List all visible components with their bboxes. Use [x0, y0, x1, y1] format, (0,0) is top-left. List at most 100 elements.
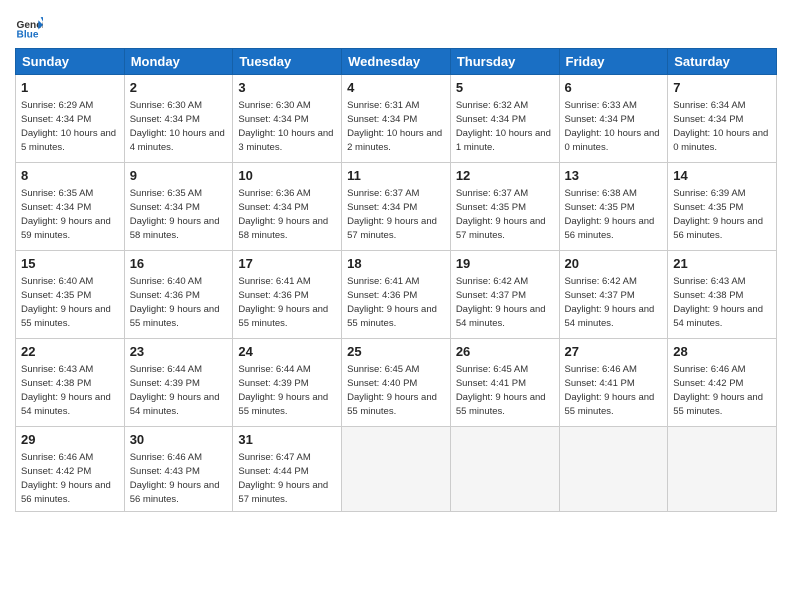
calendar-cell: 29 Sunrise: 6:46 AMSunset: 4:42 PMDayligh… [16, 427, 125, 512]
svg-text:Blue: Blue [17, 29, 39, 40]
day-info: Sunrise: 6:35 AMSunset: 4:34 PMDaylight:… [21, 188, 111, 241]
day-number: 6 [565, 79, 663, 97]
day-info: Sunrise: 6:47 AMSunset: 4:44 PMDaylight:… [238, 452, 328, 505]
calendar-cell: 7 Sunrise: 6:34 AMSunset: 4:34 PMDaylight… [668, 75, 777, 163]
day-info: Sunrise: 6:39 AMSunset: 4:35 PMDaylight:… [673, 188, 763, 241]
weekday-header-cell: Tuesday [233, 49, 342, 75]
calendar-week-row: 22 Sunrise: 6:43 AMSunset: 4:38 PMDayligh… [16, 339, 777, 427]
day-info: Sunrise: 6:31 AMSunset: 4:34 PMDaylight:… [347, 100, 442, 153]
weekday-header-cell: Wednesday [342, 49, 451, 75]
day-number: 31 [238, 431, 336, 449]
day-info: Sunrise: 6:42 AMSunset: 4:37 PMDaylight:… [565, 276, 655, 329]
day-info: Sunrise: 6:36 AMSunset: 4:34 PMDaylight:… [238, 188, 328, 241]
day-info: Sunrise: 6:41 AMSunset: 4:36 PMDaylight:… [347, 276, 437, 329]
day-info: Sunrise: 6:33 AMSunset: 4:34 PMDaylight:… [565, 100, 660, 153]
weekday-header-cell: Sunday [16, 49, 125, 75]
day-number: 4 [347, 79, 445, 97]
calendar-cell: 26 Sunrise: 6:45 AMSunset: 4:41 PMDayligh… [450, 339, 559, 427]
day-number: 14 [673, 167, 771, 185]
logo: General Blue [15, 14, 43, 42]
day-info: Sunrise: 6:30 AMSunset: 4:34 PMDaylight:… [238, 100, 333, 153]
day-number: 17 [238, 255, 336, 273]
day-info: Sunrise: 6:46 AMSunset: 4:41 PMDaylight:… [565, 364, 655, 417]
day-number: 26 [456, 343, 554, 361]
day-number: 3 [238, 79, 336, 97]
day-info: Sunrise: 6:45 AMSunset: 4:40 PMDaylight:… [347, 364, 437, 417]
calendar-cell: 25 Sunrise: 6:45 AMSunset: 4:40 PMDayligh… [342, 339, 451, 427]
calendar-cell: 6 Sunrise: 6:33 AMSunset: 4:34 PMDaylight… [559, 75, 668, 163]
calendar-cell: 3 Sunrise: 6:30 AMSunset: 4:34 PMDaylight… [233, 75, 342, 163]
day-number: 21 [673, 255, 771, 273]
weekday-header-cell: Saturday [668, 49, 777, 75]
calendar-cell [559, 427, 668, 512]
calendar-cell: 8 Sunrise: 6:35 AMSunset: 4:34 PMDaylight… [16, 163, 125, 251]
day-number: 23 [130, 343, 228, 361]
calendar-cell: 9Sunrise: 6:35 AMSunset: 4:34 PMDaylight… [124, 163, 233, 251]
day-number: 29 [21, 431, 119, 449]
page: General Blue SundayMondayTuesdayWednesda… [0, 0, 792, 612]
day-number: 2 [130, 79, 228, 97]
calendar-week-row: 15 Sunrise: 6:40 AMSunset: 4:35 PMDayligh… [16, 251, 777, 339]
weekday-header-cell: Friday [559, 49, 668, 75]
day-info: Sunrise: 6:43 AMSunset: 4:38 PMDaylight:… [21, 364, 111, 417]
calendar-week-row: 1Sunrise: 6:29 AMSunset: 4:34 PMDaylight… [16, 75, 777, 163]
day-info: Sunrise: 6:43 AMSunset: 4:38 PMDaylight:… [673, 276, 763, 329]
weekday-header-cell: Thursday [450, 49, 559, 75]
day-info: Sunrise: 6:45 AMSunset: 4:41 PMDaylight:… [456, 364, 546, 417]
calendar-body: 1Sunrise: 6:29 AMSunset: 4:34 PMDaylight… [16, 75, 777, 512]
calendar-cell: 21 Sunrise: 6:43 AMSunset: 4:38 PMDayligh… [668, 251, 777, 339]
calendar-cell: 12 Sunrise: 6:37 AMSunset: 4:35 PMDayligh… [450, 163, 559, 251]
calendar-week-row: 8 Sunrise: 6:35 AMSunset: 4:34 PMDaylight… [16, 163, 777, 251]
day-info: Sunrise: 6:44 AMSunset: 4:39 PMDaylight:… [238, 364, 328, 417]
calendar: SundayMondayTuesdayWednesdayThursdayFrid… [15, 48, 777, 512]
header: General Blue [15, 10, 777, 42]
calendar-cell: 11 Sunrise: 6:37 AMSunset: 4:34 PMDayligh… [342, 163, 451, 251]
calendar-cell: 27 Sunrise: 6:46 AMSunset: 4:41 PMDayligh… [559, 339, 668, 427]
day-info: Sunrise: 6:37 AMSunset: 4:35 PMDaylight:… [456, 188, 546, 241]
day-number: 11 [347, 167, 445, 185]
day-info: Sunrise: 6:38 AMSunset: 4:35 PMDaylight:… [565, 188, 655, 241]
calendar-cell: 22 Sunrise: 6:43 AMSunset: 4:38 PMDayligh… [16, 339, 125, 427]
day-info: Sunrise: 6:37 AMSunset: 4:34 PMDaylight:… [347, 188, 437, 241]
day-number: 10 [238, 167, 336, 185]
day-number: 8 [21, 167, 119, 185]
day-info: Sunrise: 6:30 AMSunset: 4:34 PMDaylight:… [130, 100, 225, 153]
day-number: 18 [347, 255, 445, 273]
day-number: 20 [565, 255, 663, 273]
day-info: Sunrise: 6:40 AMSunset: 4:36 PMDaylight:… [130, 276, 220, 329]
calendar-cell: 5 Sunrise: 6:32 AMSunset: 4:34 PMDaylight… [450, 75, 559, 163]
day-info: Sunrise: 6:46 AMSunset: 4:42 PMDaylight:… [21, 452, 111, 505]
day-number: 25 [347, 343, 445, 361]
day-info: Sunrise: 6:40 AMSunset: 4:35 PMDaylight:… [21, 276, 111, 329]
weekday-header-row: SundayMondayTuesdayWednesdayThursdayFrid… [16, 49, 777, 75]
day-number: 15 [21, 255, 119, 273]
day-number: 13 [565, 167, 663, 185]
day-number: 22 [21, 343, 119, 361]
calendar-cell: 18 Sunrise: 6:41 AMSunset: 4:36 PMDayligh… [342, 251, 451, 339]
calendar-cell: 28Sunrise: 6:46 AMSunset: 4:42 PMDayligh… [668, 339, 777, 427]
calendar-cell: 15 Sunrise: 6:40 AMSunset: 4:35 PMDayligh… [16, 251, 125, 339]
day-number: 12 [456, 167, 554, 185]
calendar-cell: 31 Sunrise: 6:47 AMSunset: 4:44 PMDayligh… [233, 427, 342, 512]
day-info: Sunrise: 6:34 AMSunset: 4:34 PMDaylight:… [673, 100, 768, 153]
day-number: 7 [673, 79, 771, 97]
day-info: Sunrise: 6:35 AMSunset: 4:34 PMDaylight:… [130, 188, 220, 241]
day-number: 24 [238, 343, 336, 361]
day-number: 19 [456, 255, 554, 273]
day-number: 27 [565, 343, 663, 361]
calendar-cell: 23 Sunrise: 6:44 AMSunset: 4:39 PMDayligh… [124, 339, 233, 427]
calendar-cell: 4 Sunrise: 6:31 AMSunset: 4:34 PMDaylight… [342, 75, 451, 163]
day-number: 30 [130, 431, 228, 449]
day-info: Sunrise: 6:29 AMSunset: 4:34 PMDaylight:… [21, 100, 116, 153]
day-info: Sunrise: 6:32 AMSunset: 4:34 PMDaylight:… [456, 100, 551, 153]
calendar-cell: 20 Sunrise: 6:42 AMSunset: 4:37 PMDayligh… [559, 251, 668, 339]
calendar-week-row: 29 Sunrise: 6:46 AMSunset: 4:42 PMDayligh… [16, 427, 777, 512]
day-number: 5 [456, 79, 554, 97]
calendar-cell: 2 Sunrise: 6:30 AMSunset: 4:34 PMDaylight… [124, 75, 233, 163]
day-info: Sunrise: 6:46 AMSunset: 4:42 PMDaylight:… [673, 364, 763, 417]
calendar-cell: 14 Sunrise: 6:39 AMSunset: 4:35 PMDayligh… [668, 163, 777, 251]
day-number: 16 [130, 255, 228, 273]
calendar-cell: 17Sunrise: 6:41 AMSunset: 4:36 PMDayligh… [233, 251, 342, 339]
day-info: Sunrise: 6:44 AMSunset: 4:39 PMDaylight:… [130, 364, 220, 417]
day-info: Sunrise: 6:42 AMSunset: 4:37 PMDaylight:… [456, 276, 546, 329]
